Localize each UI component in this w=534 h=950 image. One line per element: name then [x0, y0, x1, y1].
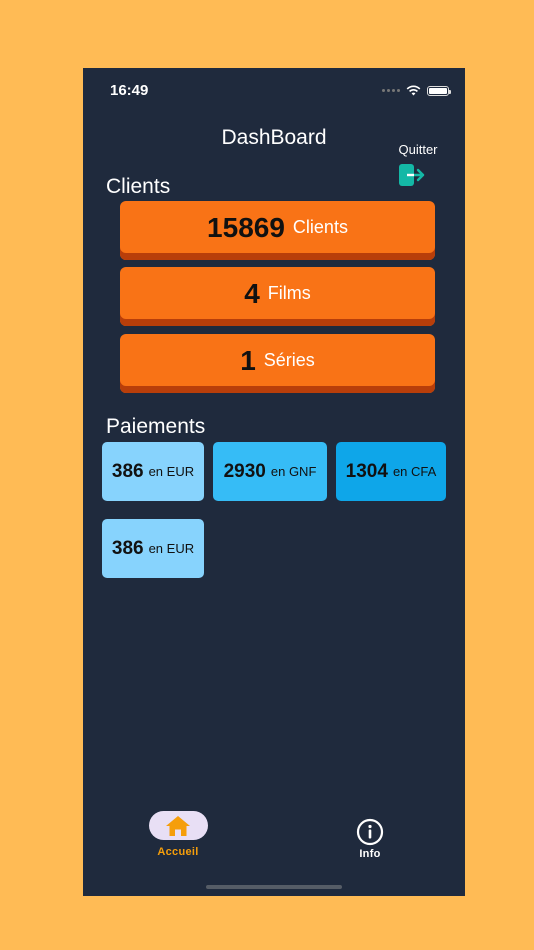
payment-currency: en GNF [270, 464, 317, 479]
home-indicator [206, 885, 342, 889]
payment-currency: en CFA [392, 464, 437, 479]
clients-count: 15869 [207, 211, 285, 243]
payments-section-title: Paiements [106, 415, 206, 438]
payment-card-gnf[interactable]: 2930 en GNF [213, 442, 327, 501]
clients-section-title: Clients [106, 175, 171, 198]
status-icons [382, 85, 451, 96]
tab-info[interactable]: Info [345, 818, 395, 860]
battery-icon [427, 85, 451, 96]
clients-card[interactable]: 15869 Clients [120, 201, 435, 260]
tab-info-label: Info [359, 848, 381, 860]
payment-card-eur-2[interactable]: 386 en EUR [102, 519, 204, 578]
payment-value: 2930 [223, 460, 266, 482]
payment-currency: en EUR [148, 541, 195, 556]
series-card[interactable]: 1 Séries [120, 334, 435, 393]
payment-currency: en EUR [148, 464, 195, 479]
films-unit: Films [267, 283, 311, 303]
info-icon [356, 818, 384, 846]
films-card[interactable]: 4 Films [120, 267, 435, 326]
wifi-icon [406, 85, 421, 96]
payment-card-cfa[interactable]: 1304 en CFA [336, 442, 446, 501]
home-icon [166, 815, 190, 836]
logout-icon [399, 164, 425, 186]
series-unit: Séries [263, 350, 315, 370]
payment-card-eur[interactable]: 386 en EUR [102, 442, 204, 501]
status-time: 16:49 [110, 82, 149, 99]
payment-value: 1304 [345, 460, 388, 482]
quit-button[interactable]: Quitter [395, 142, 441, 187]
clients-unit: Clients [292, 217, 348, 237]
quit-label: Quitter [398, 142, 438, 157]
tab-accueil-label: Accueil [157, 846, 199, 858]
payment-value: 386 [111, 460, 144, 482]
tab-accueil[interactable]: Accueil [148, 811, 208, 858]
app-screen: 16:49 DashBoard Quitter Clients 15869 Cl… [83, 68, 465, 896]
payment-value: 386 [111, 537, 144, 559]
home-tab-indicator [148, 811, 208, 840]
series-count: 1 [240, 344, 256, 376]
films-count: 4 [244, 277, 260, 309]
signal-icon [382, 89, 400, 92]
